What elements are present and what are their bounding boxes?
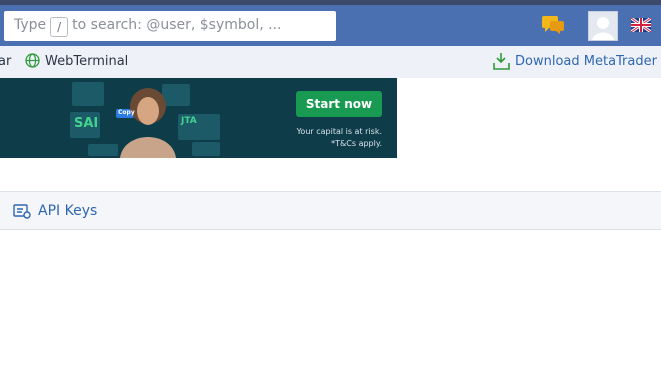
risk-line: Your capital is at risk. xyxy=(296,127,382,136)
banner-copy-chip: Copy xyxy=(118,109,135,116)
nav-item-cut[interactable]: ar xyxy=(0,54,11,69)
api-keys-icon xyxy=(13,204,31,219)
risk-disclaimer: Your capital is at risk. *T&Cs apply. xyxy=(297,126,382,150)
api-keys-row[interactable]: API Keys xyxy=(0,191,661,230)
download-metatrader-link[interactable]: Download MetaTrader 5 xyxy=(515,54,661,69)
search-placeholder: Type / to search: @user, $symbol, ... xyxy=(14,17,282,37)
start-now-button[interactable]: Start now xyxy=(296,91,382,117)
download-icon xyxy=(493,53,510,70)
nav-item-webterminal[interactable]: WebTerminal xyxy=(45,54,128,69)
banner-art-text: JTA xyxy=(181,116,197,126)
banner-art-text: SAI xyxy=(74,116,99,131)
search-suffix: to search: @user, $symbol, ... xyxy=(72,17,282,33)
search-prefix: Type xyxy=(14,17,47,33)
search-shortcut-key: / xyxy=(50,17,69,37)
sub-navigation: ar WebTerminal Download MetaTrader 5 xyxy=(0,46,661,78)
api-keys-label[interactable]: API Keys xyxy=(38,203,97,219)
chat-icon[interactable] xyxy=(542,16,564,34)
search-input[interactable]: Type / to search: @user, $symbol, ... xyxy=(4,11,336,41)
uk-flag-icon[interactable] xyxy=(631,18,651,32)
avatar-silhouette-icon xyxy=(592,17,614,40)
promo-banner[interactable]: Copy SAI JTA Start now Your capital is a… xyxy=(0,78,397,158)
top-header: Type / to search: @user, $symbol, ... xyxy=(0,0,661,46)
header-edge xyxy=(0,0,661,5)
tcs-line: *T&Cs apply. xyxy=(331,139,382,148)
globe-icon xyxy=(25,53,40,68)
avatar-icon[interactable] xyxy=(588,11,618,41)
